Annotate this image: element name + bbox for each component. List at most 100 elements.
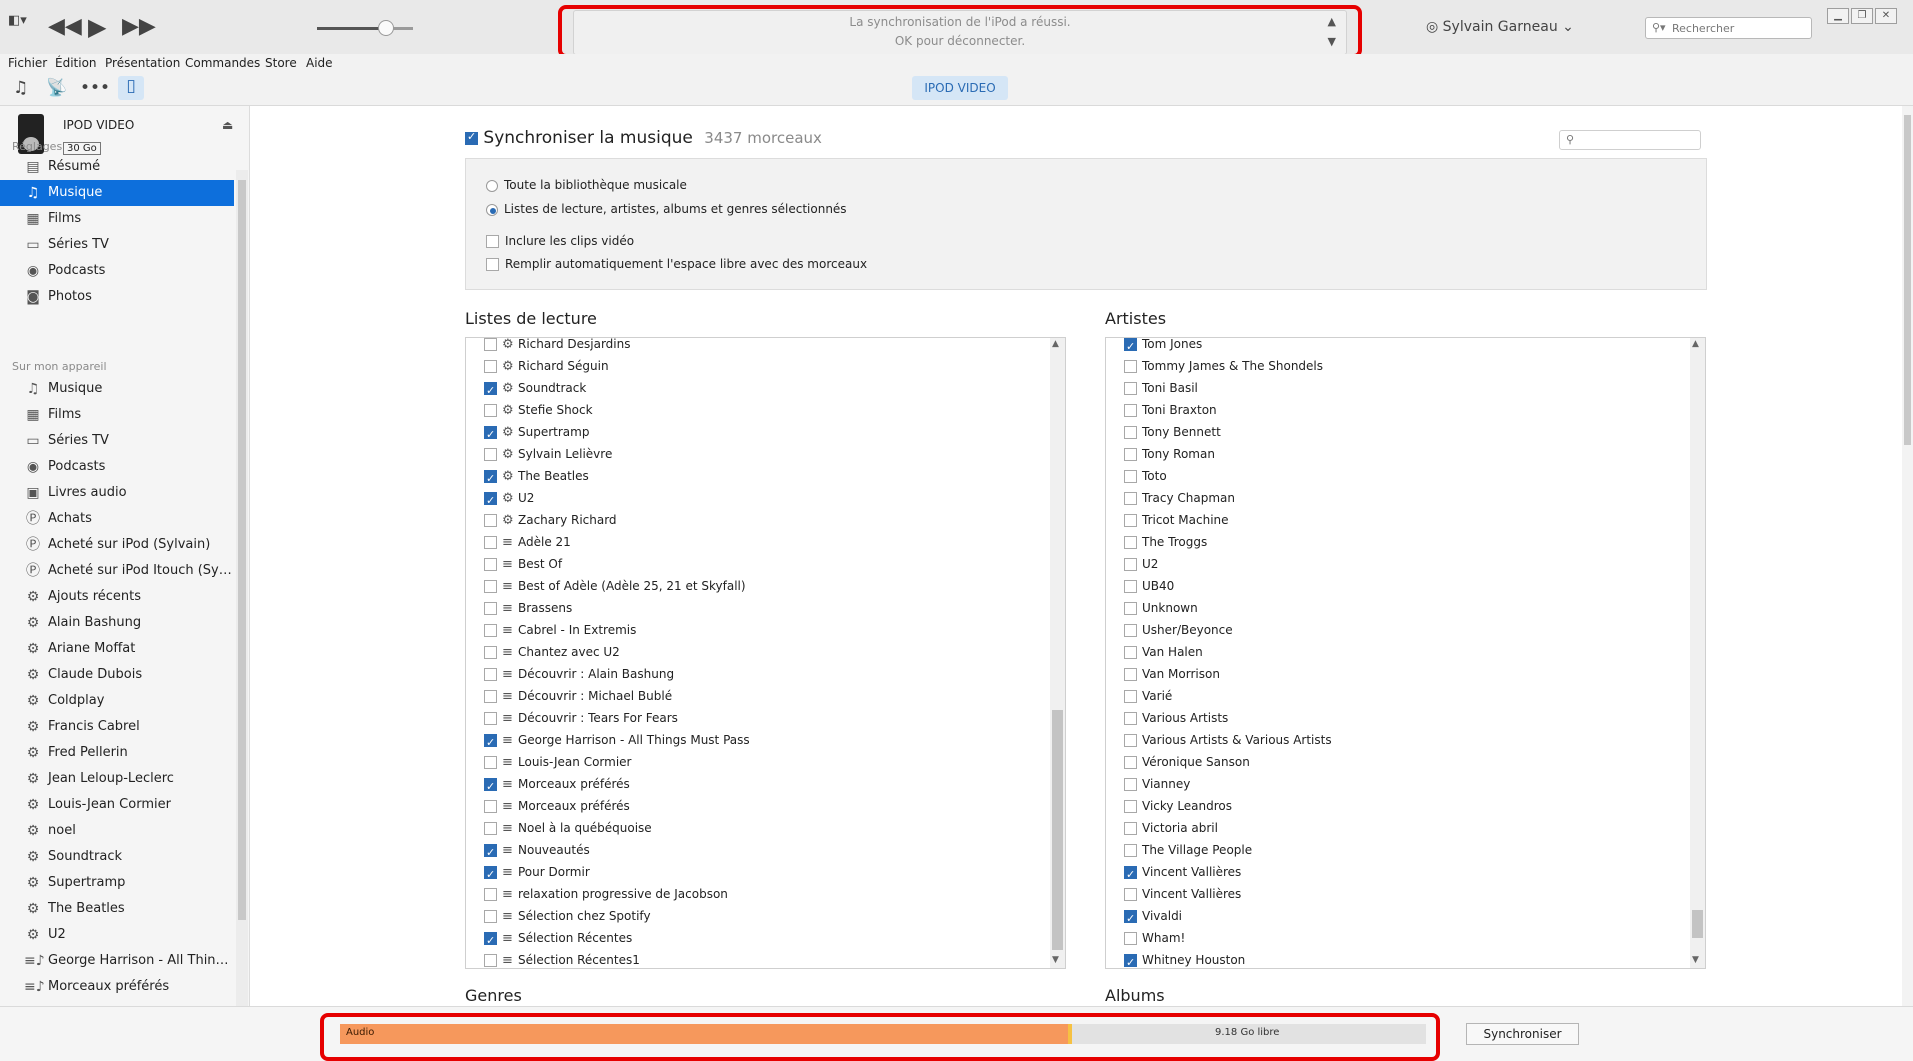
window-menu-icon[interactable]: ◧▾ — [8, 10, 27, 32]
close-button[interactable]: ✕ — [1875, 8, 1897, 24]
playlists-list[interactable]: ⚙ Richard Desjardins ⚙ Richard Séguin ⚙ Sound… — [465, 337, 1066, 969]
sidebar-device-item[interactable]: ▦ Films — [0, 402, 234, 428]
playlist-row[interactable]: ≡ Nouveautés — [484, 839, 590, 864]
playlist-checkbox[interactable] — [484, 338, 497, 351]
sidebar-scroll-thumb[interactable] — [238, 180, 246, 920]
playlist-row[interactable]: ≡ George Harrison - All Things Must Pass — [484, 729, 750, 754]
menu-help[interactable]: Aide — [306, 56, 333, 70]
sidebar-device-item[interactable]: ⚙ Alain Bashung — [0, 610, 234, 636]
play-icon[interactable]: ▶ — [88, 15, 106, 39]
playlist-checkbox[interactable] — [484, 580, 497, 593]
artist-checkbox[interactable] — [1124, 426, 1137, 439]
playlist-row[interactable]: ⚙ Soundtrack — [484, 377, 586, 402]
playlist-row[interactable]: ≡ Découvrir : Alain Bashung — [484, 663, 674, 685]
playlist-checkbox[interactable] — [484, 602, 497, 615]
playlist-checkbox[interactable] — [484, 888, 497, 901]
artist-checkbox[interactable] — [1124, 800, 1137, 813]
artist-checkbox[interactable] — [1124, 492, 1137, 505]
artist-row[interactable]: Toto — [1124, 465, 1167, 487]
artist-row[interactable]: Varié — [1124, 685, 1172, 707]
playlist-checkbox[interactable] — [484, 732, 497, 754]
playlist-row[interactable]: ⚙ Stefie Shock — [484, 399, 593, 421]
menu-controls[interactable]: Commandes — [185, 56, 260, 70]
more-icon[interactable]: ••• — [80, 78, 110, 98]
playlist-checkbox[interactable] — [484, 380, 497, 402]
sidebar-device-item[interactable]: ⚙ Claude Dubois — [0, 662, 234, 688]
playlist-checkbox[interactable] — [484, 842, 497, 864]
sync-music-label[interactable]: Synchroniser la musique — [483, 128, 692, 148]
playlist-row[interactable]: ≡ Chantez avec U2 — [484, 641, 620, 663]
sidebar-device-item[interactable]: ⚙ Francis Cabrel — [0, 714, 234, 740]
artist-checkbox[interactable] — [1124, 778, 1137, 791]
artist-row[interactable]: Tony Roman — [1124, 443, 1215, 465]
artist-checkbox[interactable] — [1124, 908, 1137, 930]
playlist-checkbox[interactable] — [484, 668, 497, 681]
artist-row[interactable]: Vivaldi — [1124, 905, 1182, 930]
next-track-icon[interactable]: ▶▶ — [122, 16, 156, 38]
playlist-row[interactable]: ⚙ Richard Desjardins — [484, 338, 630, 355]
playlist-checkbox[interactable] — [484, 424, 497, 446]
menu-view[interactable]: Présentation — [105, 56, 180, 70]
radio-selected-items[interactable] — [486, 203, 498, 216]
artist-checkbox[interactable] — [1124, 888, 1137, 901]
sidebar-device-item[interactable]: ≡♪ George Harrison - All Thing... — [0, 948, 234, 974]
artist-row[interactable]: Tommy James & The Shondels — [1124, 355, 1323, 377]
playlist-checkbox[interactable] — [484, 404, 497, 417]
list-search-input[interactable]: ⚲ — [1559, 130, 1701, 150]
artist-row[interactable]: Victoria abril — [1124, 817, 1218, 839]
sidebar-device-item[interactable]: ⚙ Coldplay — [0, 688, 234, 714]
main-scroll-thumb[interactable] — [1904, 115, 1911, 445]
account-menu[interactable]: ◎ Sylvain Garneau ⌄ — [1426, 19, 1574, 35]
sidebar-device-item[interactable]: ⚙ Ariane Moffat — [0, 636, 234, 662]
playlist-row[interactable]: ≡ Découvrir : Tears For Fears — [484, 707, 678, 729]
sync-button[interactable]: Synchroniser — [1466, 1023, 1579, 1045]
volume-slider-knob[interactable] — [378, 20, 394, 36]
playlist-row[interactable]: ⚙ Sylvain Lelièvre — [484, 443, 612, 465]
playlist-row[interactable]: ≡ Best Of — [484, 553, 562, 575]
sidebar-item-musique[interactable]: ♫ Musique — [0, 180, 234, 206]
artist-checkbox[interactable] — [1124, 470, 1137, 483]
radio-antenna-icon[interactable]: 📡 — [46, 78, 67, 98]
sidebar-device-item[interactable]: ⚙ Soundtrack — [0, 844, 234, 870]
music-note-icon[interactable]: ♫ — [13, 78, 28, 98]
option-autofill[interactable]: Remplir automatiquement l'espace libre a… — [486, 257, 867, 271]
scroll-up-icon[interactable]: ▲ — [1692, 339, 1699, 349]
artist-row[interactable]: Vicky Leandros — [1124, 795, 1232, 817]
sidebar-device-item[interactable]: ⚙ noel — [0, 818, 234, 844]
artist-checkbox[interactable] — [1124, 338, 1137, 358]
menu-file[interactable]: Fichier — [8, 56, 47, 70]
artist-row[interactable]: Véronique Sanson — [1124, 751, 1250, 773]
playlist-checkbox[interactable] — [484, 536, 497, 549]
artist-row[interactable]: Van Halen — [1124, 641, 1203, 663]
artist-row[interactable]: U2 — [1124, 553, 1158, 575]
artist-checkbox[interactable] — [1124, 580, 1137, 593]
playlist-checkbox[interactable] — [484, 558, 497, 571]
menu-edit[interactable]: Édition — [55, 56, 97, 70]
playlist-row[interactable]: ≡ Sélection Récentes1 — [484, 949, 640, 968]
artist-checkbox[interactable] — [1124, 382, 1137, 395]
artist-checkbox[interactable] — [1124, 646, 1137, 659]
playlist-row[interactable]: ≡ Sélection Récentes — [484, 927, 632, 952]
playlist-checkbox[interactable] — [484, 624, 497, 637]
playlist-checkbox[interactable] — [484, 690, 497, 703]
sidebar-item-r-sum-[interactable]: ▤ Résumé — [0, 154, 234, 180]
playlist-row[interactable]: ≡ Best of Adèle (Adèle 25, 21 et Skyfall) — [484, 575, 746, 597]
artist-row[interactable]: Van Morrison — [1124, 663, 1220, 685]
playlist-checkbox[interactable] — [484, 776, 497, 798]
playlist-row[interactable]: ⚙ The Beatles — [484, 465, 589, 490]
artist-checkbox[interactable] — [1124, 360, 1137, 373]
menu-store[interactable]: Store — [265, 56, 297, 70]
sync-music-checkbox[interactable] — [465, 130, 478, 145]
artist-checkbox[interactable] — [1124, 624, 1137, 637]
autofill-checkbox[interactable] — [486, 258, 499, 271]
artist-row[interactable]: Various Artists — [1124, 707, 1228, 729]
artist-row[interactable]: The Troggs — [1124, 531, 1207, 553]
sidebar-device-item[interactable]: ⚙ U2 — [0, 922, 234, 948]
playlist-row[interactable]: ≡ Adèle 21 — [484, 531, 571, 553]
artist-row[interactable]: Tony Bennett — [1124, 421, 1221, 443]
artist-row[interactable]: Various Artists & Various Artists — [1124, 729, 1332, 751]
sidebar-device-item[interactable]: ⚙ Fred Pellerin — [0, 740, 234, 766]
sidebar-item-podcasts[interactable]: ◉ Podcasts — [0, 258, 234, 284]
artist-row[interactable]: Tom Jones — [1124, 338, 1202, 358]
playlist-checkbox[interactable] — [484, 910, 497, 923]
